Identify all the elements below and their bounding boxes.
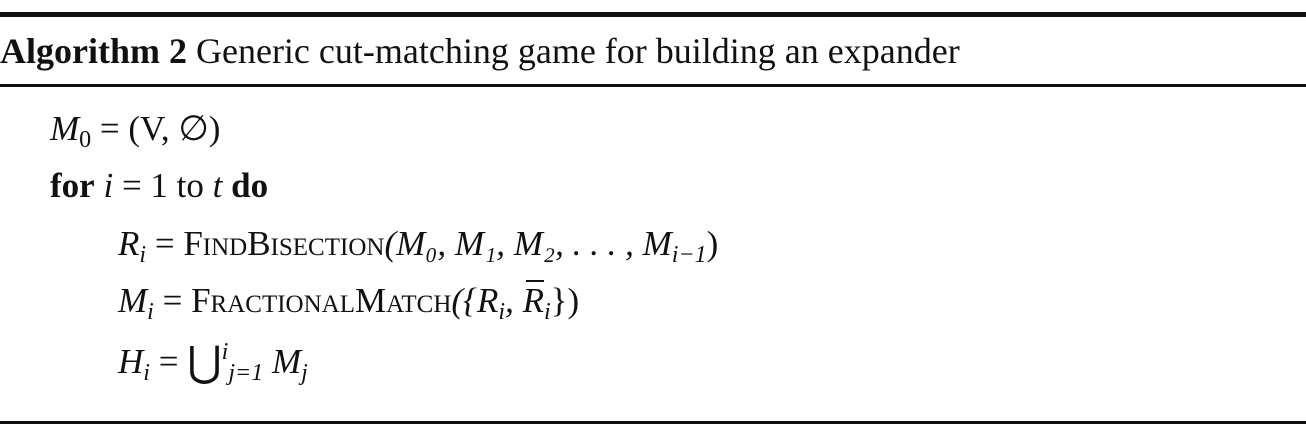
union-lhs-subscript: i — [143, 360, 150, 386]
bottom-rule — [0, 421, 1306, 424]
matching-args-close: }) — [550, 281, 580, 320]
union-line: Hi = ⋃ij=1 Mj — [118, 332, 308, 388]
algorithm-label: Algorithm 2 — [0, 31, 187, 71]
for-loop-line: for i = 1 to t do — [50, 158, 268, 214]
do-keyword: do — [231, 166, 269, 205]
algorithm-title: Generic cut-matching game for building a… — [195, 31, 960, 71]
bisection-lhs: R — [118, 224, 140, 263]
matching-lhs: M — [118, 281, 148, 320]
matching-args-subscript-2: i — [543, 299, 551, 325]
bisection-args-subscript: i−1 — [671, 242, 707, 268]
fractional-match-function: FractionalMatch — [191, 281, 452, 320]
matching-lhs-subscript: i — [147, 299, 154, 325]
loop-variable: i — [103, 166, 114, 205]
algorithm-caption: Algorithm 2 Generic cut-matching game fo… — [0, 20, 960, 82]
union-lhs: H — [118, 342, 144, 381]
bisection-args: (M₀, M₁, M₂, . . . , M — [384, 224, 672, 263]
bisection-close: ) — [706, 224, 719, 263]
matching-symbol: M — [50, 109, 80, 148]
union-term: M — [263, 342, 302, 381]
bisection-line: Ri = FindBisection(M₀, M₁, M₂, . . . , M… — [118, 216, 718, 272]
init-line: M0 = (V, ∅) — [50, 101, 220, 157]
caption-rule — [0, 84, 1306, 87]
equals-sign: = — [154, 224, 175, 263]
bisection-lhs-subscript: i — [139, 242, 147, 268]
find-bisection-function: FindBisection — [183, 224, 385, 263]
matching-line: Mi = FractionalMatch({Ri, Ri}) — [118, 273, 579, 329]
top-rule — [0, 12, 1306, 17]
union-equals: = — [149, 342, 188, 381]
matching-args-open: ({R — [451, 281, 499, 320]
union-term-subscript: j — [301, 360, 308, 386]
equals-sign: = — [162, 281, 183, 320]
init-rhs: = (V, ∅) — [91, 109, 221, 148]
matching-args-mid: , R — [505, 280, 545, 320]
loop-bound: t — [212, 166, 223, 205]
for-keyword: for — [50, 166, 95, 205]
loop-range: = 1 to — [113, 166, 213, 205]
matching-subscript: 0 — [79, 127, 92, 153]
union-lower-limit: j=1 — [228, 360, 264, 386]
big-union-symbol: ⋃ — [187, 340, 222, 386]
complement-set-symbol: R — [523, 273, 545, 329]
